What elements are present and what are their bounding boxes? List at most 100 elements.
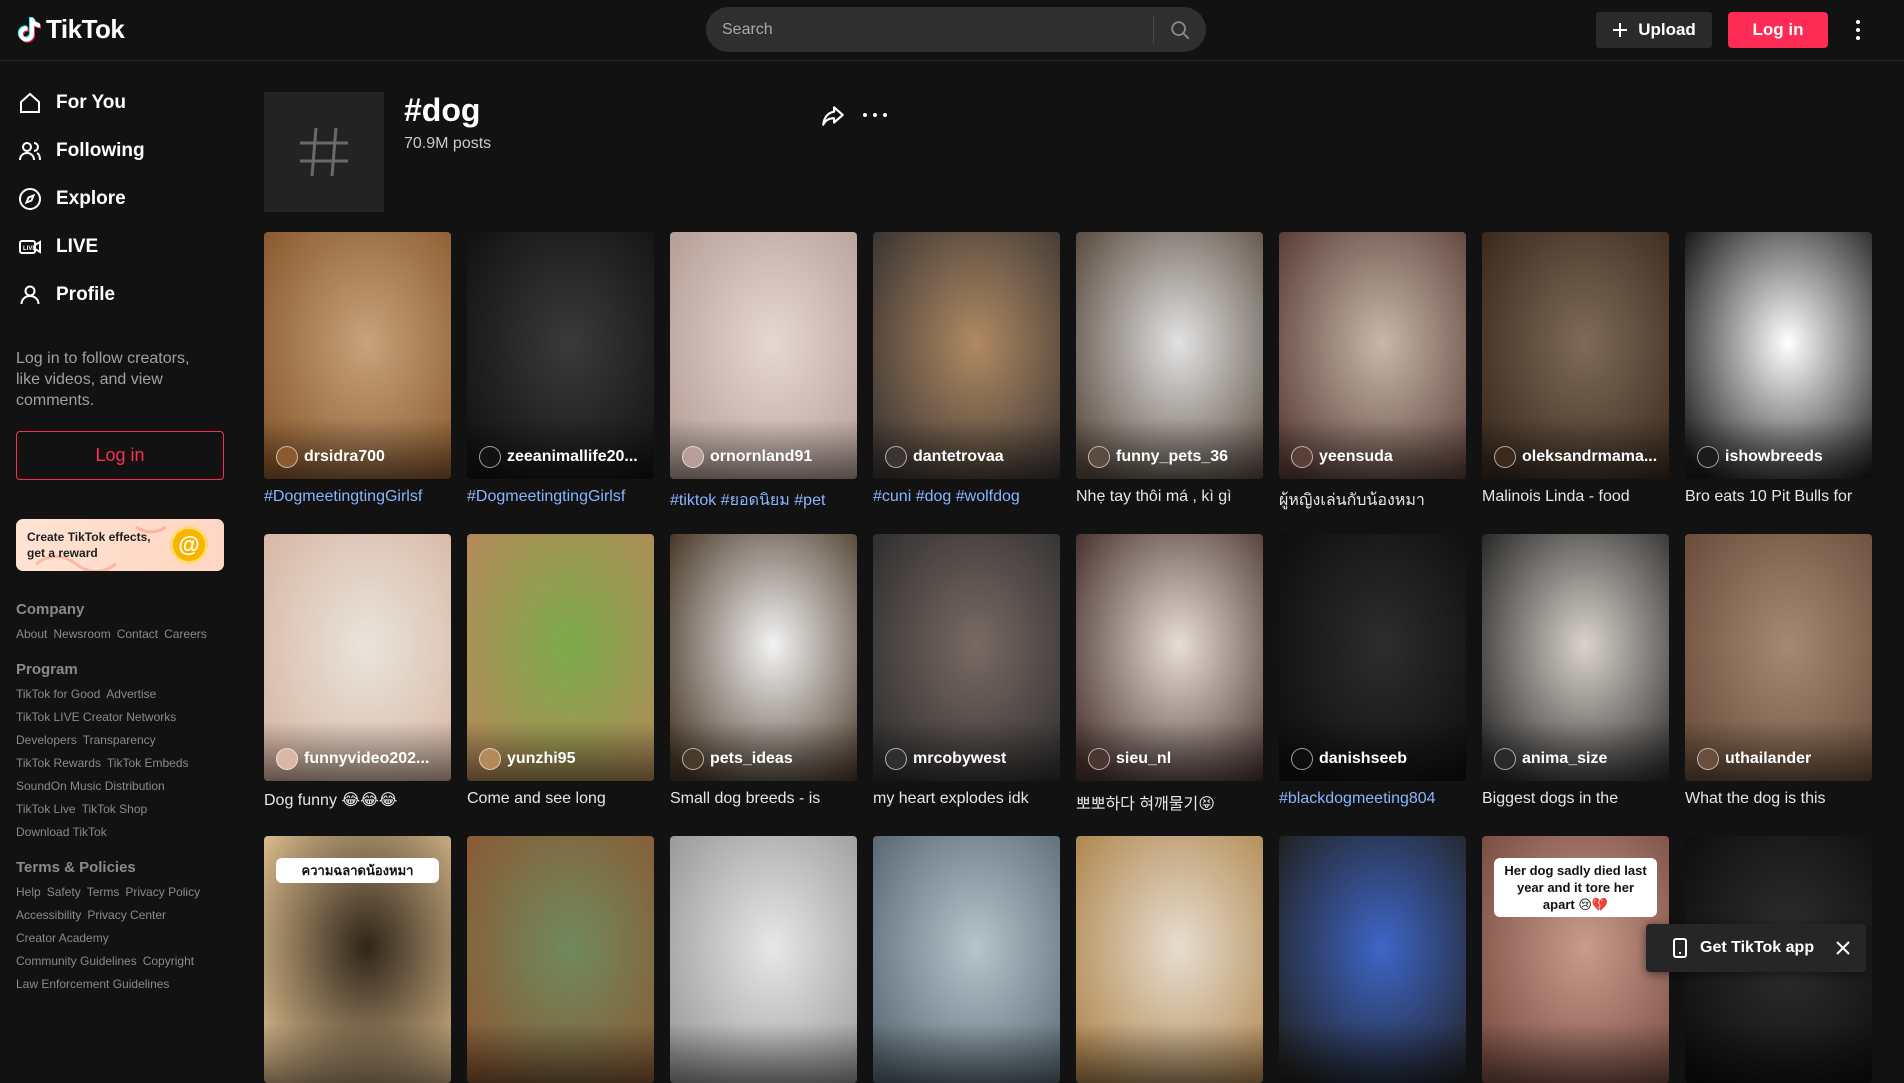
video-card[interactable]: ornornland91 #tiktok #ยอดนิยม #pet bbox=[670, 232, 857, 510]
tag-more-options-icon[interactable] bbox=[863, 103, 887, 127]
header-login-button[interactable]: Log in bbox=[1728, 12, 1828, 48]
video-thumbnail[interactable]: pets_ideas bbox=[670, 534, 857, 781]
video-caption[interactable]: my heart explodes idk bbox=[873, 790, 1060, 812]
video-card[interactable]: Her dog sadly died last year and it tore… bbox=[1482, 836, 1669, 1083]
video-author[interactable]: mrcobywest bbox=[885, 748, 1006, 770]
footer-link[interactable]: TikTok Live bbox=[16, 802, 76, 816]
video-card[interactable]: ishowbreeds Bro eats 10 Pit Bulls for bbox=[1685, 232, 1872, 510]
video-caption[interactable]: ผู้หญิงเล่นกับน้องหมา bbox=[1279, 488, 1466, 510]
video-card[interactable] bbox=[1076, 836, 1263, 1083]
sidebar-login-button[interactable]: Log in bbox=[16, 431, 224, 480]
video-thumbnail[interactable] bbox=[1279, 836, 1466, 1083]
footer-link[interactable]: Help bbox=[16, 885, 41, 899]
video-card[interactable]: uthailander What the dog is this bbox=[1685, 534, 1872, 812]
video-card[interactable] bbox=[873, 836, 1060, 1083]
footer-link[interactable]: TikTok Embeds bbox=[107, 756, 189, 770]
video-caption[interactable]: Bro eats 10 Pit Bulls for bbox=[1685, 488, 1872, 510]
video-caption[interactable]: 뽀뽀하다 혀깨물기😝 bbox=[1076, 790, 1263, 812]
footer-link[interactable]: SoundOn Music Distribution bbox=[16, 779, 165, 793]
video-caption[interactable]: What the dog is this bbox=[1685, 790, 1872, 812]
close-icon[interactable] bbox=[1834, 939, 1852, 957]
video-author[interactable]: funnyvideo202... bbox=[276, 748, 429, 770]
footer-link[interactable]: Transparency bbox=[83, 733, 156, 747]
video-thumbnail[interactable]: funny_pets_36 bbox=[1076, 232, 1263, 479]
footer-link[interactable]: TikTok for Good bbox=[16, 687, 100, 701]
video-author[interactable]: zeeanimallife20... bbox=[479, 446, 638, 468]
sidebar-item-for-you[interactable]: For You bbox=[18, 91, 126, 115]
video-thumbnail[interactable] bbox=[873, 836, 1060, 1083]
footer-link[interactable]: Developers bbox=[16, 733, 77, 747]
sidebar-item-following[interactable]: Following bbox=[18, 139, 145, 163]
video-card[interactable]: yunzhi95 Come and see long bbox=[467, 534, 654, 812]
video-author[interactable]: yeensuda bbox=[1291, 446, 1393, 468]
video-author[interactable]: uthailander bbox=[1697, 748, 1811, 770]
video-thumbnail[interactable] bbox=[1076, 836, 1263, 1083]
footer-link[interactable]: TikTok Shop bbox=[82, 802, 148, 816]
video-card[interactable]: drsidra700 #DogmeetingtingGirlsf bbox=[264, 232, 451, 510]
video-thumbnail[interactable]: funnyvideo202... bbox=[264, 534, 451, 781]
upload-button[interactable]: Upload bbox=[1596, 12, 1712, 48]
get-app-banner[interactable]: Get TikTok app bbox=[1646, 924, 1866, 972]
footer-link[interactable]: TikTok LIVE Creator Networks bbox=[16, 710, 176, 724]
video-card[interactable]: funny_pets_36 Nhẹ tay thôi má , kì gì bbox=[1076, 232, 1263, 510]
footer-link[interactable]: Contact bbox=[117, 627, 158, 641]
video-author[interactable]: funny_pets_36 bbox=[1088, 446, 1228, 468]
video-card[interactable]: danishseeb #blackdogmeeting804 bbox=[1279, 534, 1466, 812]
more-options-icon[interactable] bbox=[1850, 16, 1866, 44]
video-card[interactable]: yeensuda ผู้หญิงเล่นกับน้องหมา bbox=[1279, 232, 1466, 510]
video-thumbnail[interactable]: yunzhi95 bbox=[467, 534, 654, 781]
video-caption[interactable]: #DogmeetingtingGirlsf bbox=[264, 488, 451, 510]
footer-link[interactable]: Privacy Policy bbox=[125, 885, 200, 899]
video-thumbnail[interactable]: ornornland91 bbox=[670, 232, 857, 479]
tiktok-logo[interactable]: TikTok bbox=[16, 14, 125, 45]
footer-link[interactable]: Newsroom bbox=[53, 627, 110, 641]
video-thumbnail[interactable]: anima_size bbox=[1482, 534, 1669, 781]
video-thumbnail[interactable]: ความฉลาดน้องหมา bbox=[264, 836, 451, 1083]
video-author[interactable]: anima_size bbox=[1494, 748, 1607, 770]
video-thumbnail[interactable]: uthailander bbox=[1685, 534, 1872, 781]
video-author[interactable]: drsidra700 bbox=[276, 446, 385, 468]
video-card[interactable] bbox=[670, 836, 857, 1083]
sidebar-item-live[interactable]: LIVE LIVE bbox=[18, 235, 98, 259]
footer-link[interactable]: Copyright bbox=[143, 954, 194, 968]
video-caption[interactable]: #cuni #dog #wolfdog bbox=[873, 488, 1060, 510]
video-thumbnail[interactable]: zeeanimallife20... bbox=[467, 232, 654, 479]
video-thumbnail[interactable] bbox=[467, 836, 654, 1083]
sidebar-item-explore[interactable]: Explore bbox=[18, 187, 126, 211]
footer-link[interactable]: Download TikTok bbox=[16, 825, 107, 839]
video-caption[interactable]: Dog funny 😂😂😂 bbox=[264, 790, 451, 812]
sidebar-item-profile[interactable]: Profile bbox=[18, 283, 115, 307]
video-thumbnail[interactable]: oleksandrmama... bbox=[1482, 232, 1669, 479]
video-caption[interactable]: Biggest dogs in the bbox=[1482, 790, 1669, 812]
video-author[interactable]: danishseeb bbox=[1291, 748, 1407, 770]
video-caption[interactable]: #tiktok #ยอดนิยม #pet bbox=[670, 488, 857, 510]
video-card[interactable]: dantetrovaa #cuni #dog #wolfdog bbox=[873, 232, 1060, 510]
video-author[interactable]: yunzhi95 bbox=[479, 748, 575, 770]
video-caption[interactable]: Come and see long bbox=[467, 790, 654, 812]
footer-link[interactable]: About bbox=[16, 627, 47, 641]
video-author[interactable]: pets_ideas bbox=[682, 748, 793, 770]
effects-banner[interactable]: Create TikTok effects, get a reward @ bbox=[16, 519, 224, 571]
video-caption[interactable]: Small dog breeds - is bbox=[670, 790, 857, 812]
video-card[interactable]: oleksandrmama... Malinois Linda - food bbox=[1482, 232, 1669, 510]
share-icon[interactable] bbox=[820, 103, 846, 129]
video-thumbnail[interactable] bbox=[670, 836, 857, 1083]
video-thumbnail[interactable]: mrcobywest bbox=[873, 534, 1060, 781]
footer-link[interactable]: Community Guidelines bbox=[16, 954, 137, 968]
video-caption[interactable]: #blackdogmeeting804 bbox=[1279, 790, 1466, 812]
video-card[interactable]: pets_ideas Small dog breeds - is bbox=[670, 534, 857, 812]
footer-link[interactable]: Privacy Center bbox=[87, 908, 166, 922]
video-author[interactable]: sieu_nl bbox=[1088, 748, 1171, 770]
footer-link[interactable]: Safety bbox=[47, 885, 81, 899]
video-card[interactable]: anima_size Biggest dogs in the bbox=[1482, 534, 1669, 812]
footer-link[interactable]: Creator Academy bbox=[16, 931, 109, 945]
video-thumbnail[interactable]: danishseeb bbox=[1279, 534, 1466, 781]
search-input[interactable] bbox=[706, 20, 1153, 39]
video-author[interactable]: oleksandrmama... bbox=[1494, 446, 1657, 468]
video-author[interactable]: dantetrovaa bbox=[885, 446, 1004, 468]
video-card[interactable]: ความฉลาดน้องหมา bbox=[264, 836, 451, 1083]
video-caption[interactable]: Nhẹ tay thôi má , kì gì bbox=[1076, 488, 1263, 510]
video-thumbnail[interactable]: sieu_nl bbox=[1076, 534, 1263, 781]
footer-link[interactable]: Advertise bbox=[106, 687, 156, 701]
video-caption[interactable]: #DogmeetingtingGirlsf bbox=[467, 488, 654, 510]
